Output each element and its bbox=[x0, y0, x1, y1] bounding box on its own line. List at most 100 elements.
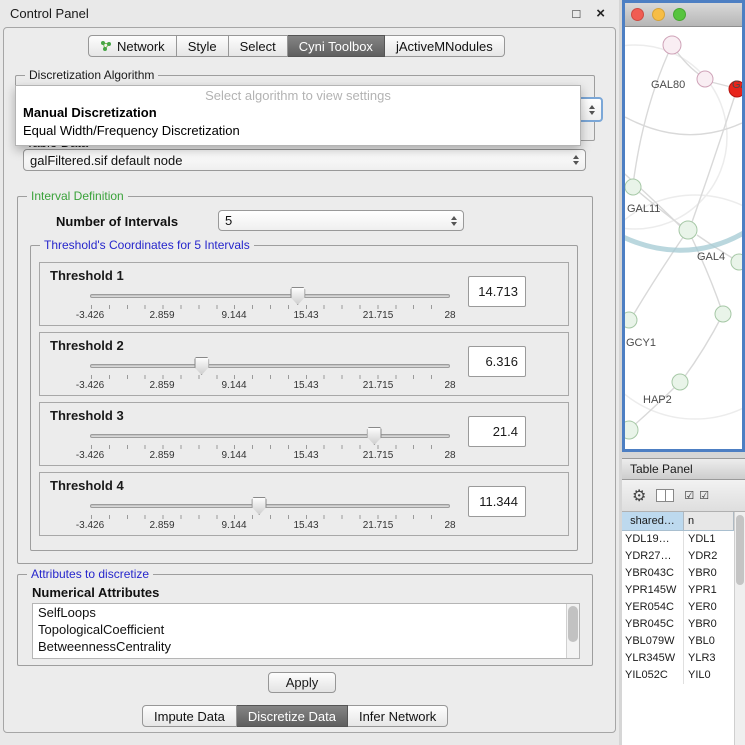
scale-label: 28 bbox=[444, 380, 455, 391]
tab-jactivemnodules[interactable]: jActiveMNodules bbox=[385, 35, 505, 57]
thresholds-group: Threshold's Coordinates for 5 Intervals … bbox=[30, 245, 578, 551]
threshold-4-slider[interactable]: -3.426 2.859 9.144 15.43 21.715 28 bbox=[90, 499, 450, 533]
cell: YBL079W bbox=[622, 633, 684, 650]
top-tab-bar: Network Style Select Cyni Toolbox jActiv… bbox=[88, 35, 505, 57]
gear-icon[interactable]: ⚙ bbox=[632, 486, 646, 506]
threshold-4-value-field[interactable]: 11.344 bbox=[468, 486, 526, 517]
float-window-icon[interactable]: □ bbox=[572, 6, 580, 21]
cell: YLR3 bbox=[684, 650, 734, 667]
slider-ticks bbox=[91, 305, 449, 309]
slider-scale: -3.426 2.859 9.144 15.43 21.715 28 bbox=[90, 310, 450, 322]
close-icon[interactable]: × bbox=[596, 5, 605, 22]
interval-definition-title: Interval Definition bbox=[27, 189, 128, 203]
table-panel-header: Table Panel bbox=[622, 458, 745, 480]
table-row[interactable]: YLR345W YLR3 bbox=[622, 650, 734, 667]
tab-select[interactable]: Select bbox=[229, 35, 288, 57]
list-item[interactable]: BetweennessCentrality bbox=[33, 638, 579, 655]
slider-track bbox=[90, 294, 450, 298]
tab-style[interactable]: Style bbox=[177, 35, 229, 57]
threshold-4-slider-thumb[interactable] bbox=[252, 497, 267, 515]
threshold-2-slider-thumb[interactable] bbox=[194, 357, 209, 375]
cell: YPR1 bbox=[684, 582, 734, 599]
node-label: GA bbox=[732, 79, 742, 91]
threshold-2-label: Threshold 2 bbox=[50, 338, 124, 353]
tab-network-label: Network bbox=[117, 39, 165, 54]
attributes-list-scrollbar[interactable] bbox=[566, 604, 579, 658]
table-row[interactable]: YER054C YER0 bbox=[622, 599, 734, 616]
tab-impute-data[interactable]: Impute Data bbox=[142, 705, 237, 727]
node-label: GAL80 bbox=[651, 79, 685, 91]
tab-infer-network[interactable]: Infer Network bbox=[348, 705, 448, 727]
minimize-traffic-light[interactable] bbox=[652, 8, 665, 21]
column-header-name[interactable]: n bbox=[684, 512, 734, 530]
threshold-1-slider-thumb[interactable] bbox=[290, 287, 305, 305]
node-label: HAP2 bbox=[643, 394, 672, 406]
table-row[interactable]: YBR045C YBR0 bbox=[622, 616, 734, 633]
interval-definition-group: Interval Definition Number of Intervals … bbox=[17, 196, 593, 564]
cell: YIL0 bbox=[684, 667, 734, 684]
table-row[interactable]: YBL079W YBL0 bbox=[622, 633, 734, 650]
algorithm-option-equal-width[interactable]: Equal Width/Frequency Discretization bbox=[16, 122, 580, 140]
threshold-1-value-field[interactable]: 14.713 bbox=[468, 276, 526, 307]
scrollbar-thumb[interactable] bbox=[736, 515, 744, 585]
scale-label: 9.144 bbox=[221, 310, 246, 321]
columns-icon[interactable] bbox=[656, 489, 674, 502]
node-label: GCY1 bbox=[626, 337, 656, 349]
attributes-group: Attributes to discretize Numerical Attri… bbox=[17, 574, 593, 666]
threshold-3-value-field[interactable]: 21.4 bbox=[468, 416, 526, 447]
tab-select-label: Select bbox=[240, 39, 276, 54]
list-item[interactable]: TopologicalCoefficient bbox=[33, 621, 579, 638]
number-of-intervals-value: 5 bbox=[225, 213, 232, 228]
algorithm-option-manual[interactable]: Manual Discretization bbox=[16, 104, 580, 122]
threshold-4-label: Threshold 4 bbox=[50, 478, 124, 493]
threshold-2-value-field[interactable]: 6.316 bbox=[468, 346, 526, 377]
tab-jactivemnodules-label: jActiveMNodules bbox=[396, 39, 493, 54]
cell: YBR0 bbox=[684, 616, 734, 633]
threshold-4-box: Threshold 4 -3.426 2.859 9.144 15.43 21.… bbox=[39, 472, 569, 536]
scale-label: -3.426 bbox=[76, 310, 104, 321]
scrollbar-thumb[interactable] bbox=[568, 606, 578, 642]
scale-label: 15.43 bbox=[293, 520, 318, 531]
list-item[interactable]: SelfLoops bbox=[33, 604, 579, 621]
cell: YBL0 bbox=[684, 633, 734, 650]
zoom-traffic-light[interactable] bbox=[673, 8, 686, 21]
threshold-3-slider[interactable]: -3.426 2.859 9.144 15.43 21.715 28 bbox=[90, 429, 450, 463]
slider-track bbox=[90, 504, 450, 508]
network-icon bbox=[100, 40, 112, 52]
network-canvas[interactable]: GAL80 GA GAL11 GAL4 GCY1 HAP2 bbox=[625, 27, 742, 448]
checkboxes-icon[interactable]: ☑ ☑ bbox=[684, 489, 710, 502]
slider-ticks bbox=[91, 515, 449, 519]
thresholds-group-title: Threshold's Coordinates for 5 Intervals bbox=[40, 238, 254, 252]
number-of-intervals-combobox[interactable]: 5 bbox=[218, 210, 464, 231]
tab-discretize-data[interactable]: Discretize Data bbox=[237, 705, 348, 727]
threshold-2-slider[interactable]: -3.426 2.859 9.144 15.43 21.715 28 bbox=[90, 359, 450, 393]
threshold-1-box: Threshold 1 -3.426 2.859 9.144 15.43 21.… bbox=[39, 262, 569, 326]
scale-label: 15.43 bbox=[293, 450, 318, 461]
scale-label: 21.715 bbox=[363, 310, 394, 321]
apply-button[interactable]: Apply bbox=[268, 672, 336, 693]
table-panel-toolbar: ⚙ ☑ ☑ bbox=[622, 480, 745, 512]
table-row[interactable]: YDR27… YDR2 bbox=[622, 548, 734, 565]
table-row[interactable]: YBR043C YBR0 bbox=[622, 565, 734, 582]
table-row[interactable]: YIL052C YIL0 bbox=[622, 667, 734, 684]
close-traffic-light[interactable] bbox=[631, 8, 644, 21]
combo-stepper-icon bbox=[567, 155, 579, 165]
threshold-1-slider[interactable]: -3.426 2.859 9.144 15.43 21.715 28 bbox=[90, 289, 450, 323]
column-header-shared-name[interactable]: shared… bbox=[622, 512, 684, 530]
scale-label: 28 bbox=[444, 450, 455, 461]
discretization-algorithm-group-title: Discretization Algorithm bbox=[25, 68, 158, 82]
scale-label: 2.859 bbox=[149, 380, 174, 391]
table-data-combobox[interactable]: galFiltered.sif default node bbox=[23, 149, 586, 171]
tab-network[interactable]: Network bbox=[88, 35, 177, 57]
tab-cyni-toolbox[interactable]: Cyni Toolbox bbox=[288, 35, 385, 57]
slider-ticks bbox=[91, 375, 449, 379]
bottom-tab-bar: Impute Data Discretize Data Infer Networ… bbox=[142, 705, 448, 727]
control-panel-titlebar: Control Panel □ × bbox=[0, 0, 619, 27]
slider-scale: -3.426 2.859 9.144 15.43 21.715 28 bbox=[90, 380, 450, 392]
table-row[interactable]: YDL19… YDL1 bbox=[622, 531, 734, 548]
table-row[interactable]: YPR145W YPR1 bbox=[622, 582, 734, 599]
slider-scale: -3.426 2.859 9.144 15.43 21.715 28 bbox=[90, 520, 450, 532]
table-scrollbar[interactable] bbox=[734, 512, 745, 745]
threshold-3-slider-thumb[interactable] bbox=[367, 427, 382, 445]
cell: YLR345W bbox=[622, 650, 684, 667]
